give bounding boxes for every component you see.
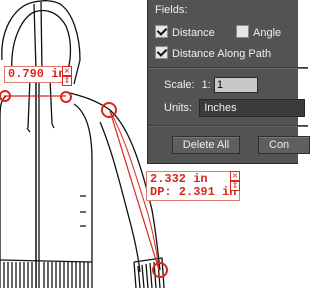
angle-checkbox[interactable] — [236, 25, 249, 38]
measurement-label-sleeve[interactable]: 2.332 in DP: 2.391 in — [146, 171, 241, 201]
units-select[interactable]: Inches — [199, 99, 306, 117]
distance-label: Distance — [172, 27, 215, 39]
distance-along-path-label: Distance Along Path — [172, 48, 272, 60]
distance-checkbox[interactable] — [155, 25, 168, 38]
fields-label: Fields: — [155, 4, 188, 16]
angle-label: Angle — [253, 27, 282, 39]
arrow-icon[interactable]: ⇕ — [62, 76, 72, 86]
divider — [148, 125, 308, 127]
measure-panel: Fields: Distance Angle Distance Along Pa… — [147, 0, 310, 164]
scale-input[interactable]: 1 — [213, 77, 258, 93]
measure-point — [60, 91, 72, 103]
delete-all-button[interactable]: Delete All — [172, 136, 240, 154]
distance-along-path-checkbox-row[interactable]: Distance Along Path — [155, 46, 271, 60]
scale-ratio: 1: — [201, 78, 211, 91]
units-label: Units: — [164, 101, 193, 114]
scale-label: Scale: — [164, 78, 195, 91]
scale-row: Scale: 1: 1 — [164, 77, 258, 93]
close-icon[interactable]: × — [230, 171, 240, 181]
continue-button[interactable]: Con — [258, 136, 310, 154]
angle-checkbox-row[interactable]: Angle — [236, 25, 281, 39]
arrow-icon[interactable]: ⇕ — [230, 181, 240, 191]
measurement-distance: 0.790 in — [8, 67, 66, 81]
divider — [148, 67, 308, 69]
distance-along-path-checkbox[interactable] — [155, 46, 168, 59]
units-row: Units: Inches — [164, 99, 306, 117]
close-icon[interactable]: × — [62, 66, 72, 76]
measurement-label-shoulder[interactable]: 0.790 in — [4, 66, 70, 83]
distance-checkbox-row[interactable]: Distance — [155, 25, 215, 39]
measurement-path-distance: DP: 2.391 in — [150, 185, 237, 199]
